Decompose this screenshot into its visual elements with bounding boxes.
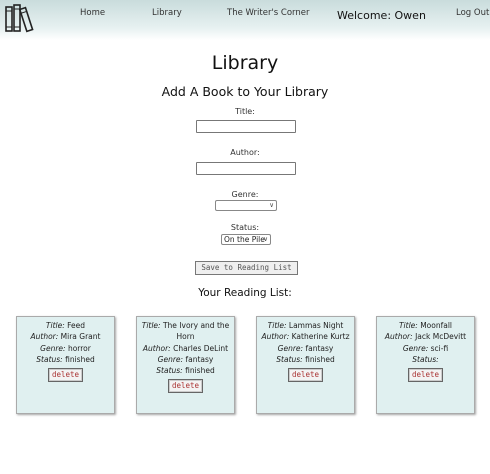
book-title-label: Title: — [398, 321, 418, 330]
book-author: Author: Katherine Kurtz — [257, 331, 354, 342]
book-title-value: Feed — [67, 321, 86, 330]
nav-writers-corner-link[interactable]: The Writer's Corner — [227, 8, 310, 18]
book-genre-label: Genre: — [157, 354, 184, 364]
author-input[interactable] — [196, 162, 296, 175]
welcome-text: Welcome: Owen — [337, 9, 426, 22]
logout-link[interactable]: Log Out — [456, 8, 489, 18]
genre-label: Genre: — [231, 190, 259, 199]
book-author: Author: Charles DeLint — [137, 343, 234, 354]
book-title-value: The Ivory and the Horn — [162, 321, 230, 342]
book-genre-value: horror — [67, 343, 91, 353]
book-genre-label: Genre: — [40, 343, 66, 353]
book-status-value: finished — [305, 354, 335, 364]
book-author-value: Mira Grant — [60, 332, 101, 342]
book-author-value: Jack McDevitt — [415, 332, 467, 342]
book-genre-value: fantasy — [305, 343, 334, 353]
book-title: Title: The Ivory and the Horn — [137, 320, 234, 343]
chevron-down-icon: ∨ — [269, 201, 274, 209]
delete-button[interactable]: delete — [167, 379, 204, 394]
save-to-reading-list-button[interactable]: Save to Reading List — [195, 261, 298, 275]
book-title: Title: Lammas Night — [257, 320, 354, 331]
nav-library-link[interactable]: Library — [152, 8, 182, 18]
book-title: Title: Moonfall — [377, 320, 474, 331]
book-author-label: Author: — [384, 332, 413, 342]
book-status: Status: finished — [257, 354, 354, 365]
status-label: Status: — [230, 223, 260, 232]
book-status: Status: finished — [17, 354, 114, 365]
book-status-value: finished — [65, 354, 95, 364]
book-genre: Genre: fantasy — [137, 354, 234, 365]
book-genre: Genre: fantasy — [257, 343, 354, 354]
book-card: Title: The Ivory and the Horn Author: Cha… — [136, 316, 235, 414]
nav-home-link[interactable]: Home — [80, 8, 105, 18]
book-card: Title: Lammas Night Author: Katherine Kur… — [256, 316, 355, 414]
genre-select[interactable]: ∨ — [215, 200, 277, 211]
book-card: Title: Feed Author: Mira Grant Genre: horr… — [16, 316, 115, 414]
status-select[interactable]: On the Pile ∨ — [221, 234, 271, 245]
book-author-value: Katherine Kurtz — [291, 332, 350, 342]
book-author-label: Author: — [142, 343, 171, 353]
book-title-value: Moonfall — [420, 321, 453, 330]
book-genre-value: fantasy — [185, 354, 214, 364]
book-genre-label: Genre: — [277, 343, 304, 353]
book-author-label: Author: — [30, 332, 59, 342]
book-title-label: Title: — [45, 321, 65, 330]
reading-list-heading: Your Reading List: — [198, 287, 292, 299]
book-author: Author: Jack McDevitt — [377, 331, 474, 342]
book-author-value: Charles DeLint — [173, 343, 229, 353]
top-nav: Home Library The Writer's Corner Welcome… — [0, 0, 490, 40]
title-label: Title: — [235, 107, 255, 116]
book-title-label: Title: — [141, 321, 161, 330]
delete-button[interactable]: delete — [287, 368, 324, 383]
book-author: Author: Mira Grant — [17, 331, 114, 342]
book-title: Title: Feed — [17, 320, 114, 331]
book-status-value: finished — [185, 366, 215, 376]
book-status: Status: finished — [137, 365, 234, 376]
book-status-label: Status: — [156, 366, 183, 376]
book-author-label: Author: — [261, 332, 290, 342]
book-title-value: Lammas Night — [288, 321, 344, 330]
delete-button[interactable]: delete — [47, 368, 84, 383]
chevron-down-icon: ∨ — [263, 235, 268, 243]
book-genre-value: sci-fi — [430, 343, 449, 353]
book-title-label: Title: — [267, 321, 287, 330]
book-status: Status: — [377, 354, 474, 365]
book-status-label: Status: — [276, 354, 303, 364]
book-genre-label: Genre: — [402, 343, 429, 353]
status-value: On the Pile — [224, 235, 265, 244]
form-heading: Add A Book to Your Library — [161, 84, 329, 99]
book-genre: Genre: sci-fi — [377, 343, 474, 354]
book-status-label: Status: — [36, 354, 63, 364]
title-input[interactable] — [196, 120, 296, 133]
author-label: Author: — [230, 148, 260, 157]
book-genre: Genre: horror — [17, 343, 114, 354]
book-card: Title: Moonfall Author: Jack McDevitt Genr… — [376, 316, 475, 414]
book-status-label: Status: — [412, 354, 439, 364]
delete-button[interactable]: delete — [407, 368, 444, 383]
page-title: Library — [211, 52, 279, 74]
books-icon[interactable] — [4, 3, 34, 33]
